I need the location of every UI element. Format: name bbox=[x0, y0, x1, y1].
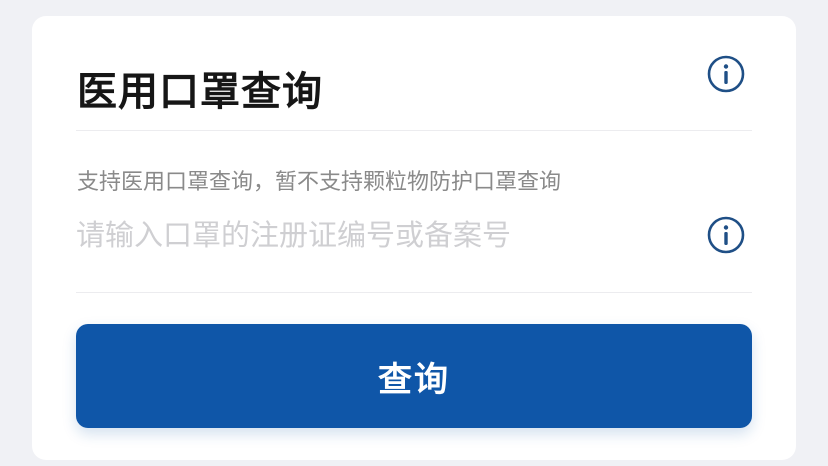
mask-query-card: 医用口罩查询 支持医用口罩查询，暂不支持颗粒物防护口罩查询 查询 bbox=[32, 16, 796, 460]
info-icon[interactable] bbox=[707, 216, 745, 254]
page-title: 医用口罩查询 bbox=[77, 69, 323, 115]
query-button[interactable]: 查询 bbox=[76, 324, 752, 428]
support-hint: 支持医用口罩查询，暂不支持颗粒物防护口罩查询 bbox=[77, 170, 562, 195]
divider bbox=[76, 292, 752, 293]
divider bbox=[76, 130, 752, 131]
info-icon[interactable] bbox=[707, 55, 745, 93]
registration-number-input[interactable] bbox=[76, 212, 686, 258]
